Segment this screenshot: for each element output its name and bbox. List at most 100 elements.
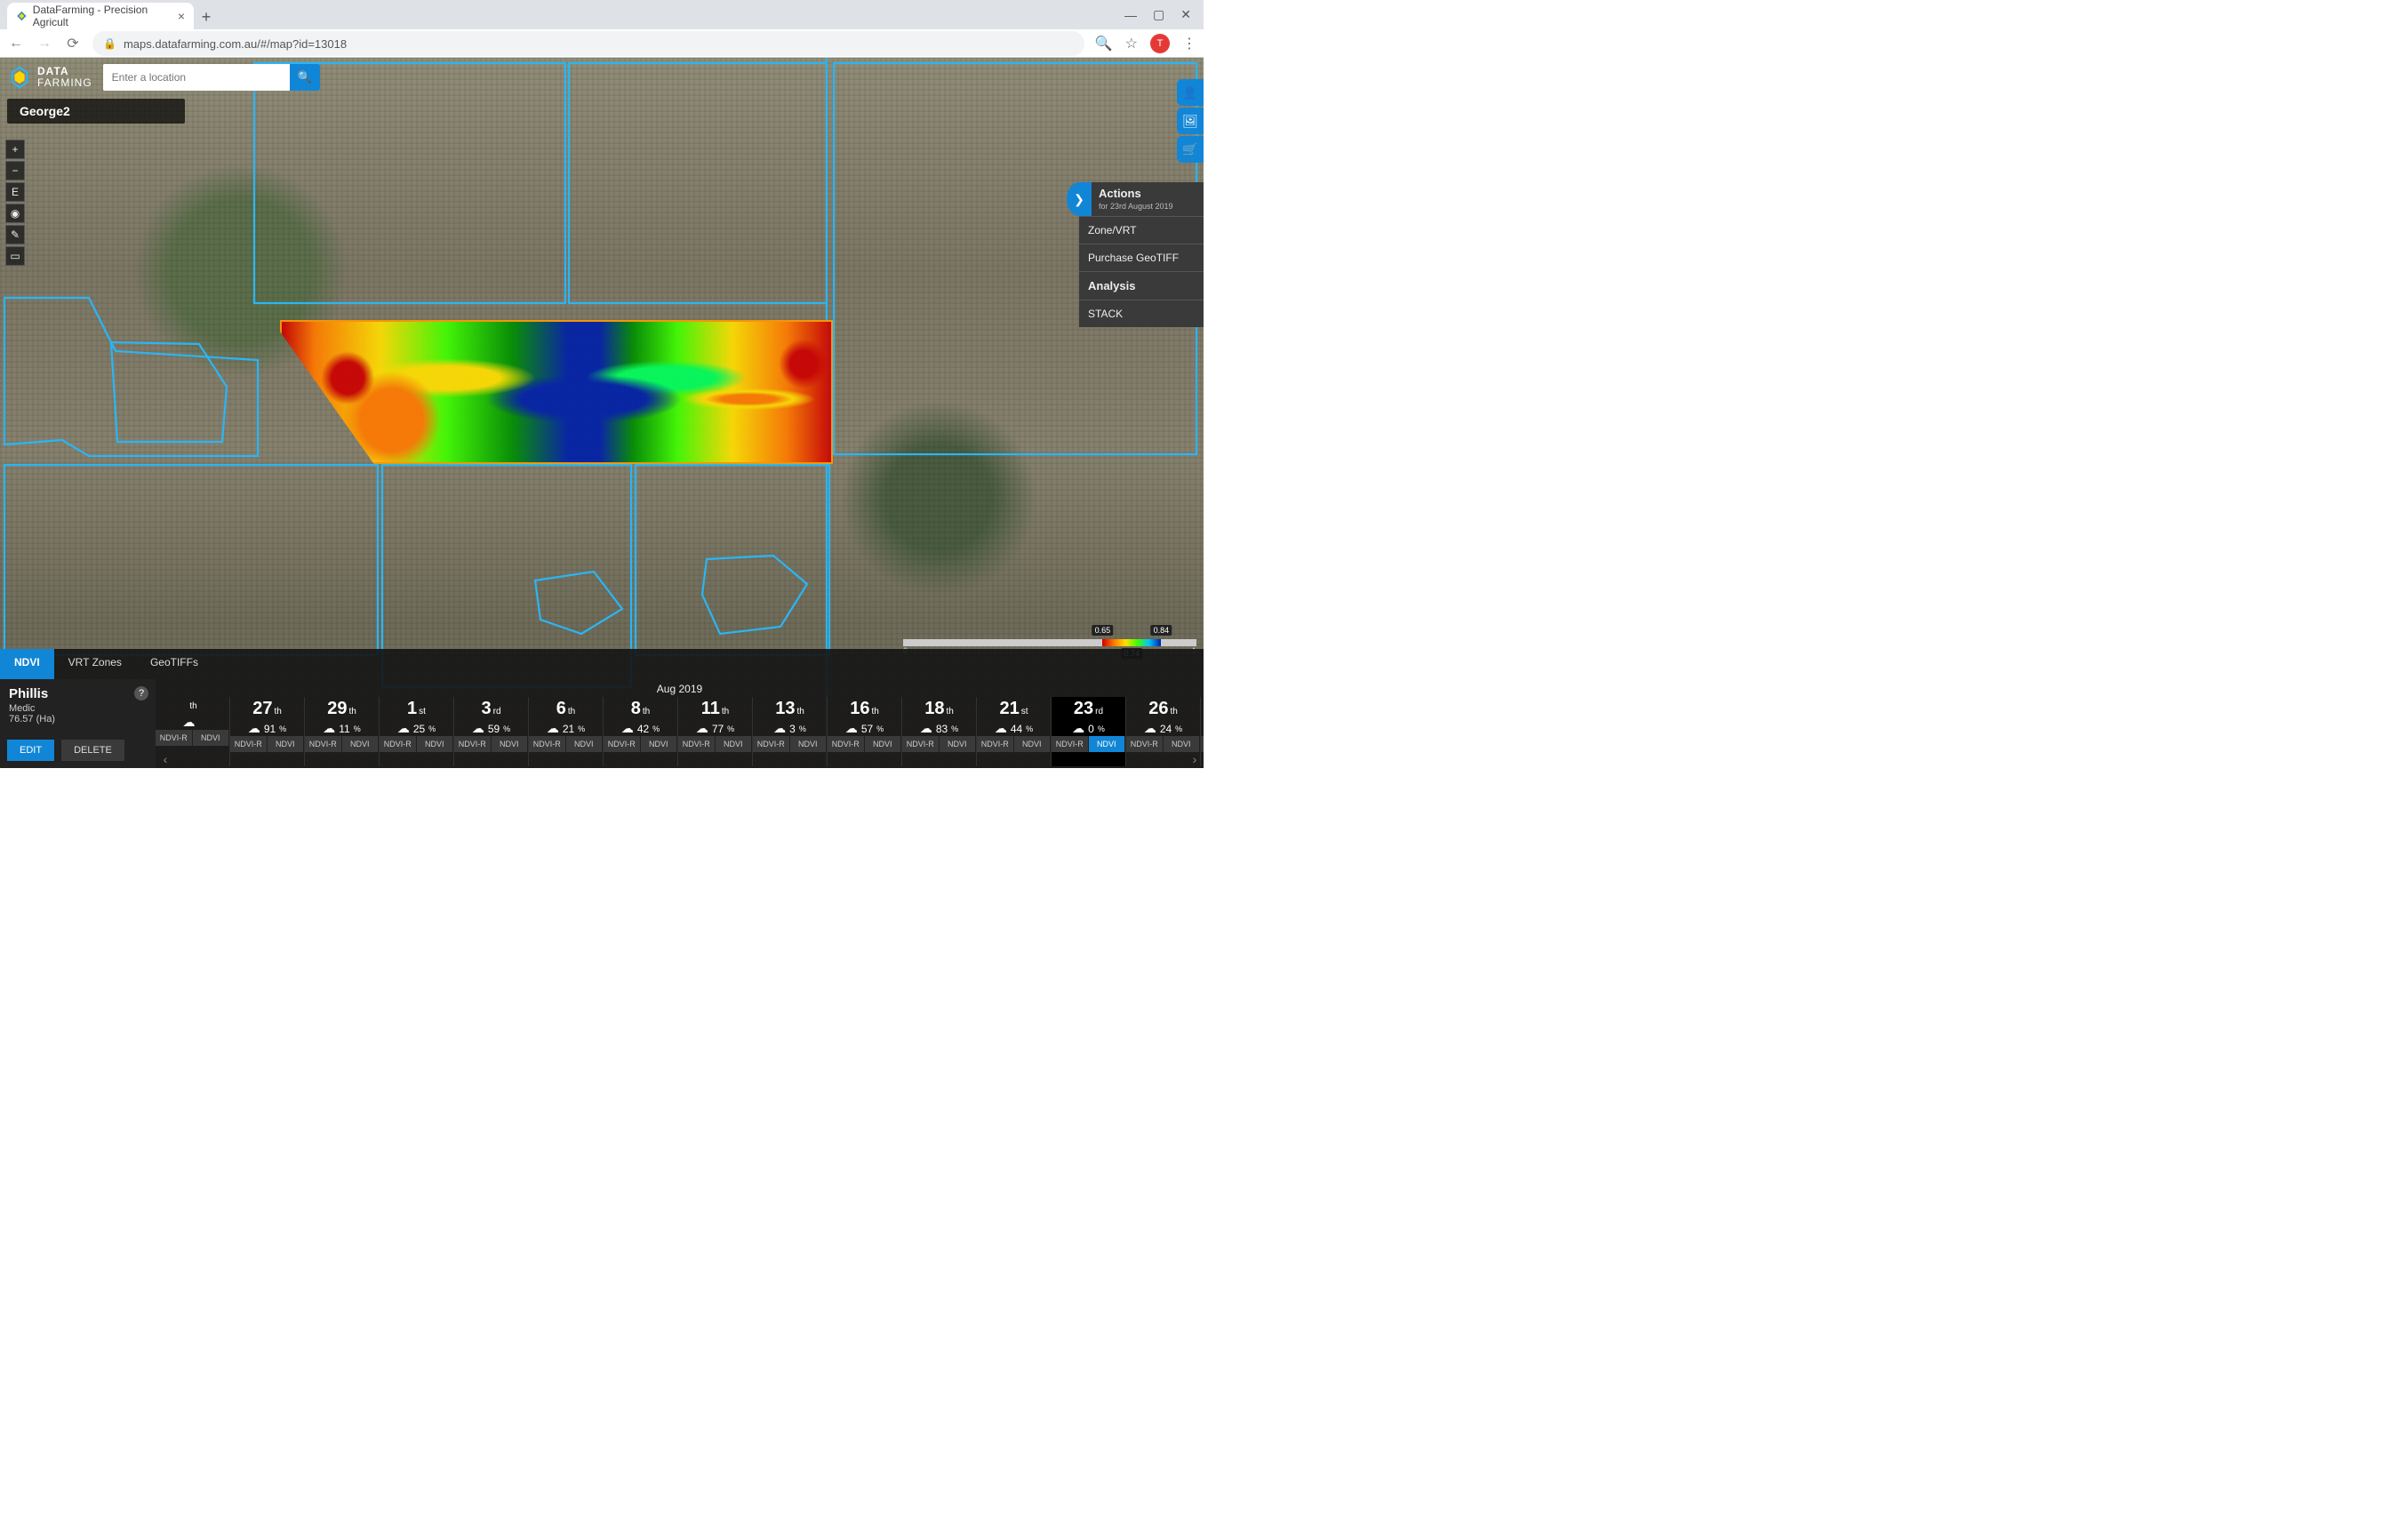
subtab-ndvi[interactable]: NDVI (342, 736, 380, 752)
new-tab-button[interactable]: + (194, 4, 219, 29)
day-cloud-row: ☁11% (305, 721, 379, 736)
farm-name-label[interactable]: George2 (7, 99, 185, 124)
minimize-icon[interactable]: — (1124, 8, 1137, 22)
subtab-ndvi-r[interactable]: NDVI-R (902, 736, 940, 752)
subtab-ndvi[interactable]: NDVI (865, 736, 902, 752)
day-number: 13th (753, 697, 827, 719)
browser-tab[interactable]: DataFarming - Precision Agricult × (7, 3, 194, 29)
subtab-ndvi-r[interactable]: NDVI-R (380, 736, 417, 752)
subtab-ndvi-r[interactable]: NDVI-R (1126, 736, 1164, 752)
locate-button[interactable]: ◉ (5, 204, 25, 223)
search-input[interactable] (103, 64, 290, 91)
zoom-in-button[interactable]: + (5, 140, 25, 159)
tab-geotiffs[interactable]: GeoTIFFs (136, 649, 212, 679)
subtab-ndvi[interactable]: NDVI (417, 736, 454, 752)
image-button[interactable]: 🖼 (1177, 108, 1204, 134)
timeline-day[interactable]: 6th☁21%NDVI-RNDVI (529, 697, 604, 766)
timeline-day[interactable]: 21st☁44%NDVI-RNDVI (977, 697, 1052, 766)
menu-icon[interactable]: ⋮ (1182, 35, 1196, 52)
collapse-actions-button[interactable]: ❯ (1067, 182, 1092, 216)
action-stack[interactable]: STACK (1079, 300, 1204, 327)
star-icon[interactable]: ☆ (1125, 35, 1138, 52)
maximize-icon[interactable]: ▢ (1153, 7, 1164, 22)
subtab-ndvi[interactable]: NDVI (940, 736, 977, 752)
zoom-icon[interactable]: 🔍 (1095, 35, 1113, 52)
subtab-ndvi-r[interactable]: NDVI-R (230, 736, 268, 752)
timeline-day[interactable]: 16th☁57%NDVI-RNDVI (828, 697, 902, 766)
subtab-ndvi-r[interactable]: NDVI-R (1052, 736, 1089, 752)
subtab-ndvi-r[interactable]: NDVI-R (678, 736, 716, 752)
app-header: DATA FARMING 🔍 (0, 58, 1204, 97)
timeline-day[interactable]: 18th☁83%NDVI-RNDVI (902, 697, 977, 766)
ndvi-overlay[interactable] (280, 320, 833, 464)
day-number: 28th (1201, 697, 1204, 719)
cloud-icon: ☁ (323, 721, 335, 736)
subtab-ndvi-r[interactable]: NDVI-R (156, 730, 193, 746)
subtab-ndvi[interactable]: NDVI (1164, 736, 1201, 752)
brand-logo[interactable]: DATA FARMING (7, 65, 98, 90)
timeline-day[interactable]: 1st☁25%NDVI-RNDVI (380, 697, 454, 766)
forward-icon[interactable]: → (36, 36, 53, 52)
timeline-day[interactable]: 8th☁42%NDVI-RNDVI (604, 697, 678, 766)
zoom-out-button[interactable]: − (5, 161, 25, 180)
subtab-ndvi-r[interactable]: NDVI-R (604, 736, 641, 752)
timeline-day[interactable]: 23rd☁0%NDVI-RNDVI (1052, 697, 1126, 766)
reload-icon[interactable]: ⟳ (64, 35, 82, 52)
actions-title: Actions (1092, 183, 1180, 202)
search-button[interactable]: 🔍 (290, 64, 320, 91)
url-field[interactable]: 🔒 maps.datafarming.com.au/#/map?id=13018 (92, 31, 1084, 56)
subtab-ndvi-r[interactable]: NDVI-R (977, 736, 1014, 752)
timeline-prev[interactable]: ‹ (158, 752, 172, 766)
day-subtabs: NDVI-RNDVI (305, 736, 379, 752)
subtab-ndvi-r[interactable]: NDVI-R (1201, 736, 1204, 752)
field-info: Phillis Medic 76.57 (Ha) ? EDIT DELETE (0, 679, 156, 768)
timeline-day[interactable]: 27th☁91%NDVI-RNDVI (230, 697, 305, 766)
url-text: maps.datafarming.com.au/#/map?id=13018 (124, 37, 347, 51)
subtab-ndvi[interactable]: NDVI (716, 736, 753, 752)
help-button[interactable]: ? (134, 686, 148, 700)
subtab-ndvi[interactable]: NDVI (641, 736, 678, 752)
timeline-day[interactable]: 13th☁3%NDVI-RNDVI (753, 697, 828, 766)
field-name: Phillis (9, 686, 147, 701)
subtab-ndvi-r[interactable]: NDVI-R (454, 736, 492, 752)
subtab-ndvi-r[interactable]: NDVI-R (828, 736, 865, 752)
scale-gradient[interactable] (903, 639, 1196, 646)
profile-avatar[interactable]: T (1150, 34, 1170, 53)
subtab-ndvi[interactable]: NDVI (790, 736, 828, 752)
subtab-ndvi[interactable]: NDVI (1014, 736, 1052, 752)
subtab-ndvi[interactable]: NDVI (1089, 736, 1126, 752)
tab-ndvi[interactable]: NDVI (0, 649, 54, 679)
timeline-day[interactable]: 3rd☁59%NDVI-RNDVI (454, 697, 529, 766)
day-number: 16th (828, 697, 901, 719)
day-subtabs: NDVI-RNDVI (156, 730, 229, 746)
back-icon[interactable]: ← (7, 36, 25, 52)
tab-vrt-zones[interactable]: VRT Zones (54, 649, 136, 679)
image-icon: 🖼 (1182, 114, 1198, 129)
timeline-day[interactable]: 29th ☁11%NDVI-RNDVI (305, 697, 380, 766)
actions-panel: ❯ Actions for 23rd August 2019 Zone/VRT … (1079, 182, 1204, 327)
day-cloud-row: ☁91% (230, 721, 304, 736)
action-zone-vrt[interactable]: Zone/VRT (1079, 216, 1204, 244)
subtab-ndvi-r[interactable]: NDVI-R (529, 736, 566, 752)
close-window-icon[interactable]: ✕ (1180, 7, 1191, 22)
subtab-ndvi[interactable]: NDVI (492, 736, 529, 752)
subtab-ndvi-r[interactable]: NDVI-R (305, 736, 342, 752)
user-button[interactable]: 👤 (1177, 79, 1204, 106)
subtab-ndvi[interactable]: NDVI (268, 736, 305, 752)
select-button[interactable]: ▭ (5, 246, 25, 266)
action-purchase-geotiff[interactable]: Purchase GeoTIFF (1079, 244, 1204, 271)
timeline-next[interactable]: › (1188, 752, 1202, 766)
draw-button[interactable]: ✎ (5, 225, 25, 244)
close-tab-icon[interactable]: × (178, 9, 185, 23)
address-bar: ← → ⟳ 🔒 maps.datafarming.com.au/#/map?id… (0, 29, 1204, 58)
subtab-ndvi-r[interactable]: NDVI-R (753, 736, 790, 752)
delete-button[interactable]: DELETE (61, 740, 124, 761)
day-number: 3rd (454, 697, 528, 719)
extent-button[interactable]: E (5, 182, 25, 202)
day-number: 29th (305, 697, 379, 719)
edit-button[interactable]: EDIT (7, 740, 54, 761)
timeline-day[interactable]: 11th☁77%NDVI-RNDVI (678, 697, 753, 766)
cart-button[interactable]: 🛒 (1177, 136, 1204, 163)
subtab-ndvi[interactable]: NDVI (566, 736, 604, 752)
subtab-ndvi[interactable]: NDVI (193, 730, 230, 746)
